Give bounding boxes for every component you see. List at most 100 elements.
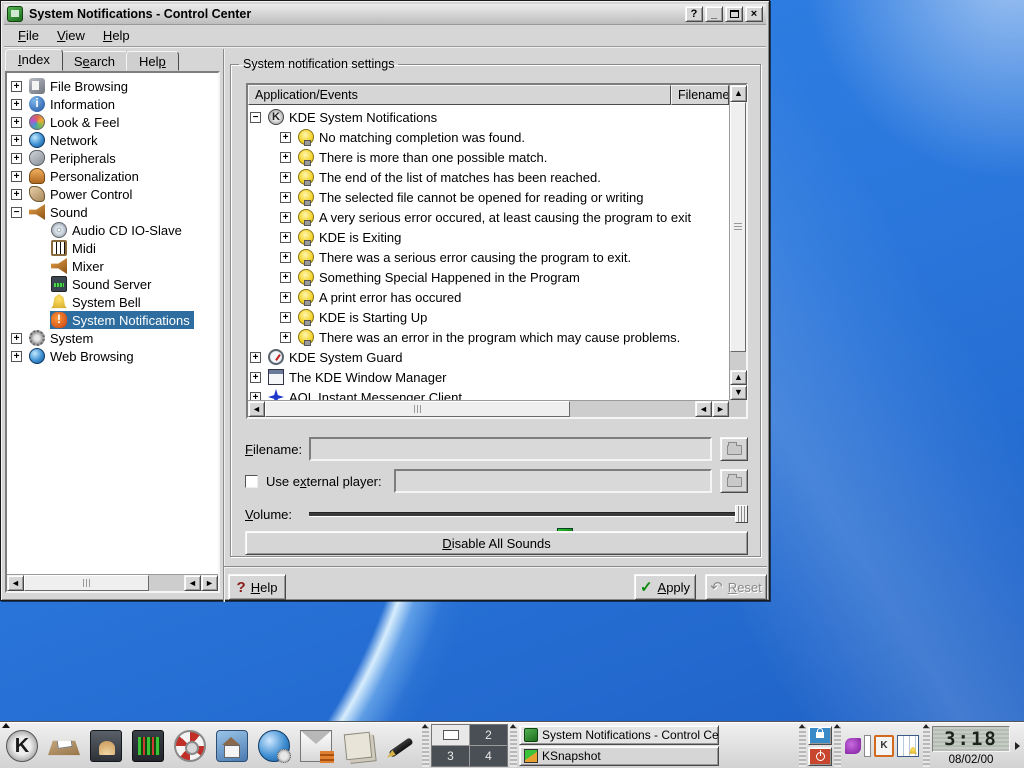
tree-row[interactable]: + Power Control [11,185,218,203]
event-row[interactable]: + KDE is Starting Up [250,307,729,327]
lock-screen-button[interactable] [808,726,832,745]
event-row-body[interactable]: AOL Instant Messenger Client [267,388,466,400]
event-row-body[interactable]: The KDE Window Manager [267,368,451,386]
expander-icon[interactable]: + [280,172,291,183]
event-row[interactable]: + KDE is Exiting [250,227,729,247]
expander-icon[interactable]: + [280,252,291,263]
tree-row-body[interactable]: System Bell [50,293,145,311]
event-row[interactable]: + There was an error in the program whic… [250,327,729,347]
tree-row[interactable]: + Personalization [11,167,218,185]
event-row-body[interactable]: A very serious error occured, at least c… [297,208,695,226]
tree-row-body[interactable]: Network [28,131,102,149]
tree-row-body[interactable]: System [28,329,97,347]
expander-icon[interactable]: + [11,153,22,164]
event-row[interactable]: + KDE System Guard [250,347,729,367]
maximize-button[interactable] [725,6,743,22]
event-row[interactable]: + A print error has occured [250,287,729,307]
tree-row[interactable]: + System [11,329,218,347]
tasklist-handle[interactable] [510,725,517,767]
event-row[interactable]: + AOL Instant Messenger Client [250,387,729,400]
event-row-body[interactable]: KDE System Guard [267,348,406,366]
tree-row[interactable]: Audio CD IO-Slave [11,221,218,239]
expander-icon[interactable]: + [250,392,261,401]
scrollbar-track[interactable] [149,575,184,591]
scrollbar-thumb[interactable] [265,401,570,417]
scroll-up-icon[interactable]: ▲ [730,370,747,385]
tree-row-body[interactable]: Midi [50,239,100,257]
expander-icon[interactable]: + [11,99,22,110]
events-vertical-scrollbar[interactable]: ▲ ▲ ▼ [729,85,746,400]
tree-row[interactable]: System Notifications [11,311,218,329]
filename-input[interactable] [309,437,712,461]
clock-applet[interactable]: 3:18 08/02/00 [932,726,1010,766]
tree-row-body[interactable]: Audio CD IO-Slave [50,221,186,239]
tree-row[interactable]: + Peripherals [11,149,218,167]
filename-browse-button[interactable] [720,437,748,461]
mail-button[interactable] [296,726,336,766]
pager-desktop-2[interactable]: 2 [470,725,507,745]
titlebar-help-button[interactable]: ? [685,6,703,22]
event-row-body[interactable]: A print error has occured [297,288,465,306]
expander-icon[interactable]: + [280,132,291,143]
tree-row[interactable]: System Bell [11,293,218,311]
logout-button[interactable] [808,747,832,766]
clock-time[interactable]: 3:18 [932,726,1010,752]
volume-slider-handle[interactable] [735,505,748,523]
expander-icon[interactable]: + [280,212,291,223]
tab-help[interactable]: Help [126,51,179,71]
event-row[interactable]: + Something Special Happened in the Prog… [250,267,729,287]
tray-bar-icon[interactable] [864,735,871,757]
event-row[interactable]: + The KDE Window Manager [250,367,729,387]
tab-search[interactable]: Search [61,51,128,71]
event-row[interactable]: + A very serious error occured, at least… [250,207,729,227]
task-ksnapshot[interactable]: KSnapshot [519,746,719,766]
home-folder-button[interactable] [212,726,252,766]
close-button[interactable]: × [745,6,763,22]
volume-slider-groove[interactable] [309,512,737,517]
scroll-right-icon[interactable]: ► [712,401,729,417]
expander-icon[interactable]: + [11,189,22,200]
sidebar-horizontal-scrollbar[interactable]: ◄ ◄ ► [7,574,218,591]
expander-icon[interactable]: + [11,135,22,146]
expander-icon[interactable]: + [280,272,291,283]
notes-button[interactable] [338,726,378,766]
scrollbar-thumb[interactable] [730,102,746,352]
tree-row[interactable]: Mixer [11,257,218,275]
pager-desktop-3[interactable]: 3 [432,746,469,766]
tree-row[interactable]: + Information [11,95,218,113]
show-desktop-button[interactable] [44,726,84,766]
event-row[interactable]: − KDE System Notifications [250,107,729,127]
column-application-events[interactable]: Application/Events [248,85,671,105]
tree-row-body[interactable]: System Notifications [50,311,194,329]
plug-icon[interactable] [845,738,861,754]
event-row-body[interactable]: KDE is Starting Up [297,308,431,326]
expander-icon[interactable]: + [11,171,22,182]
event-row-body[interactable]: No matching completion was found. [297,128,529,146]
expander-icon[interactable]: + [250,372,261,383]
tree-row[interactable]: − Sound [11,203,218,221]
event-row[interactable]: + No matching completion was found. [250,127,729,147]
tree-row[interactable]: Sound Server [11,275,218,293]
event-row-body[interactable]: There is more than one possible match. [297,148,551,166]
tree-row[interactable]: + Network [11,131,218,149]
scrollbar-track[interactable] [730,352,746,370]
tree-row-body[interactable]: Personalization [28,167,143,185]
pager-desktop-4[interactable]: 4 [470,746,507,766]
expander-icon[interactable]: + [280,152,291,163]
tree-row-body[interactable]: Peripherals [28,149,120,167]
minimize-button[interactable]: _ [705,6,723,22]
scrollbar-track[interactable] [570,401,695,417]
pager-handle[interactable] [422,725,429,767]
klipper-icon[interactable] [874,735,894,757]
tree-row-body[interactable]: Power Control [28,185,136,203]
reset-button[interactable]: ↶ Reset [705,574,767,600]
event-row-body[interactable]: There was a serious error causing the pr… [297,248,635,266]
tree-row[interactable]: Midi [11,239,218,257]
lock-logout-handle[interactable] [799,725,806,767]
event-row-body[interactable]: The selected file cannot be opened for r… [297,188,647,206]
external-browse-button[interactable] [720,469,748,493]
tree-row-body[interactable]: Look & Feel [28,113,123,131]
scroll-down-icon[interactable]: ▼ [730,385,747,400]
tree-row-body[interactable]: Web Browsing [28,347,138,365]
tree-row[interactable]: + File Browsing [11,77,218,95]
